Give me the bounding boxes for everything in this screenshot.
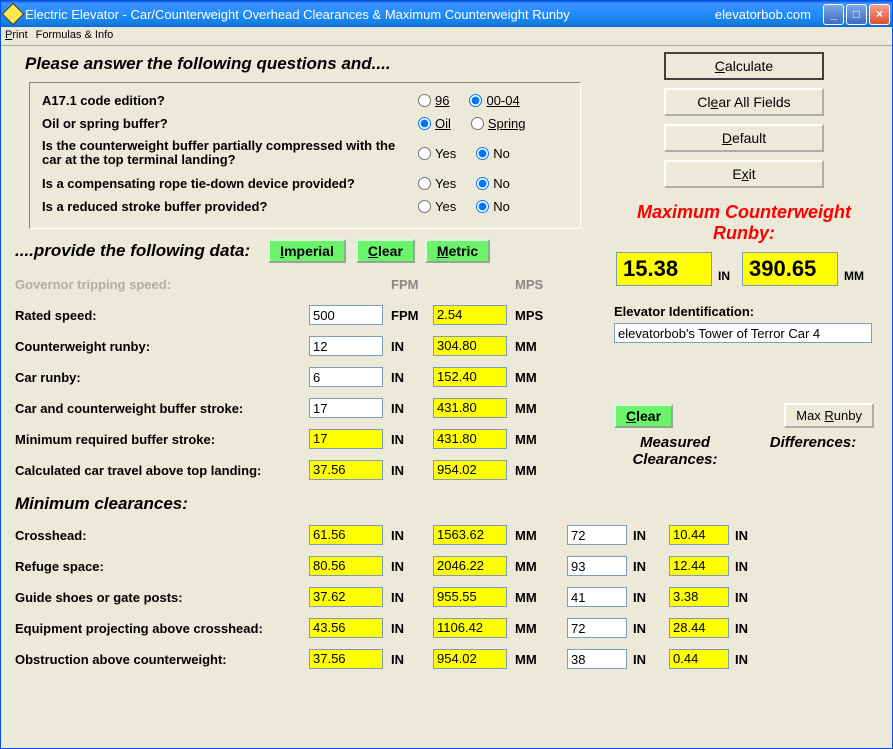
crosshead-min-in: 61.56 [309,525,383,545]
maximize-button[interactable]: □ [846,4,867,25]
q5-opt-yes[interactable]: Yes [418,199,456,214]
crosshead-label: Crosshead: [15,528,309,543]
q4-opt-yes[interactable]: Yes [418,176,456,191]
calc-travel-label: Calculated car travel above top landing: [15,463,309,478]
rated-speed-input[interactable] [309,305,383,325]
rated-unit1: FPM [383,308,433,323]
crosshead-meas-input[interactable] [567,525,627,545]
max-runby-in: 15.38 [616,252,712,286]
max-runby-title: Maximum Counterweight Runby: [610,202,878,244]
equip-diff: 28.44 [669,618,729,638]
max-runby-button[interactable]: Max Runby [784,403,874,428]
elev-id-label: Elevator Identification: [614,304,878,319]
q5-label: Is a reduced stroke buffer provided? [42,199,418,214]
max-runby-mm: 390.65 [742,252,838,286]
car-runby-input[interactable] [309,367,383,387]
guide-label: Guide shoes or gate posts: [15,590,309,605]
cw-runby-output: 304.80 [433,336,507,356]
cw-runby-input[interactable] [309,336,383,356]
equip-label: Equipment projecting above crosshead: [15,621,309,636]
right-panel: Calculate Clear All Fields Default Exit … [610,52,878,468]
rated-speed-label: Rated speed: [15,308,309,323]
close-button[interactable]: × [869,4,890,25]
car-runby-output: 152.40 [433,367,507,387]
obstr-label: Obstruction above counterweight: [15,652,309,667]
guide-meas-input[interactable] [567,587,627,607]
equip-min-mm: 1106.42 [433,618,507,638]
menu-formulas[interactable]: Formulas & Info [36,29,114,43]
clear-all-button[interactable]: Clear All Fields [664,88,824,116]
q3-opt-yes[interactable]: Yes [418,146,456,161]
cw-runby-label: Counterweight runby: [15,339,309,354]
fpm-header: FPM [383,277,433,292]
q1-opt-96[interactable]: 96 [418,93,449,108]
equip-min-in: 43.56 [309,618,383,638]
guide-min-mm: 955.55 [433,587,507,607]
q1-opt-0004[interactable]: 00-04 [469,93,519,108]
imperial-button[interactable]: Imperial [268,239,346,263]
rated-speed-output: 2.54 [433,305,507,325]
titlebar: Electric Elevator - Car/Counterweight Ov… [1,1,892,27]
default-button[interactable]: Default [664,124,824,152]
calc-travel-mm: 954.02 [433,460,507,480]
refuge-meas-input[interactable] [567,556,627,576]
car-runby-label: Car runby: [15,370,309,385]
buffer-stroke-output: 431.80 [433,398,507,418]
minimize-button[interactable]: _ [823,4,844,25]
q5-opt-no[interactable]: No [476,199,510,214]
elev-id-input[interactable] [614,323,872,343]
refuge-label: Refuge space: [15,559,309,574]
mps-header: MPS [507,277,557,292]
heading-provide: ....provide the following data: [15,241,250,261]
menubar: Print Formulas & Info [1,27,892,46]
obstr-meas-input[interactable] [567,649,627,669]
buffer-stroke-input[interactable] [309,398,383,418]
q2-label: Oil or spring buffer? [42,116,418,131]
metric-button[interactable]: Metric [425,239,490,263]
exit-button[interactable]: Exit [664,160,824,188]
calculate-button[interactable]: Calculate [664,52,824,80]
app-icon [2,3,25,26]
q2-opt-oil[interactable]: Oil [418,116,451,131]
equip-meas-input[interactable] [567,618,627,638]
menu-print[interactable]: Print [5,29,28,43]
q4-opt-no[interactable]: No [476,176,510,191]
obstr-diff: 0.44 [669,649,729,669]
rated-unit2: MPS [507,308,557,323]
guide-diff: 3.38 [669,587,729,607]
clear-meas-button[interactable]: Clear [614,404,673,428]
min-stroke-mm: 431.80 [433,429,507,449]
crosshead-diff: 10.44 [669,525,729,545]
clear-data-button[interactable]: Clear [356,239,415,263]
q4-label: Is a compensating rope tie-down device p… [42,176,418,191]
min-stroke-label: Minimum required buffer stroke: [15,432,309,447]
q3-opt-no[interactable]: No [476,146,510,161]
guide-min-in: 37.62 [309,587,383,607]
crosshead-min-mm: 1563.62 [433,525,507,545]
governor-label: Governor tripping speed: [15,277,309,292]
brand-text: elevatorbob.com [715,7,811,22]
min-stroke-in: 17 [309,429,383,449]
refuge-diff: 12.44 [669,556,729,576]
questions-group: A17.1 code edition? 96 00-04 Oil or spri… [29,82,581,229]
refuge-min-mm: 2046.22 [433,556,507,576]
app-window: Electric Elevator - Car/Counterweight Ov… [0,0,893,749]
differences-header: Differences: [748,434,878,468]
q1-label: A17.1 code edition? [42,93,418,108]
obstr-min-mm: 954.02 [433,649,507,669]
q3-label: Is the counterweight buffer partially co… [42,139,418,168]
q2-opt-spring[interactable]: Spring [471,116,526,131]
refuge-min-in: 80.56 [309,556,383,576]
measured-header: Measured Clearances: [610,434,740,468]
window-title: Electric Elevator - Car/Counterweight Ov… [25,7,715,22]
buffer-stroke-label: Car and counterweight buffer stroke: [15,401,309,416]
calc-travel-in: 37.56 [309,460,383,480]
obstr-min-in: 37.56 [309,649,383,669]
heading-min-clearances: Minimum clearances: [15,494,882,514]
